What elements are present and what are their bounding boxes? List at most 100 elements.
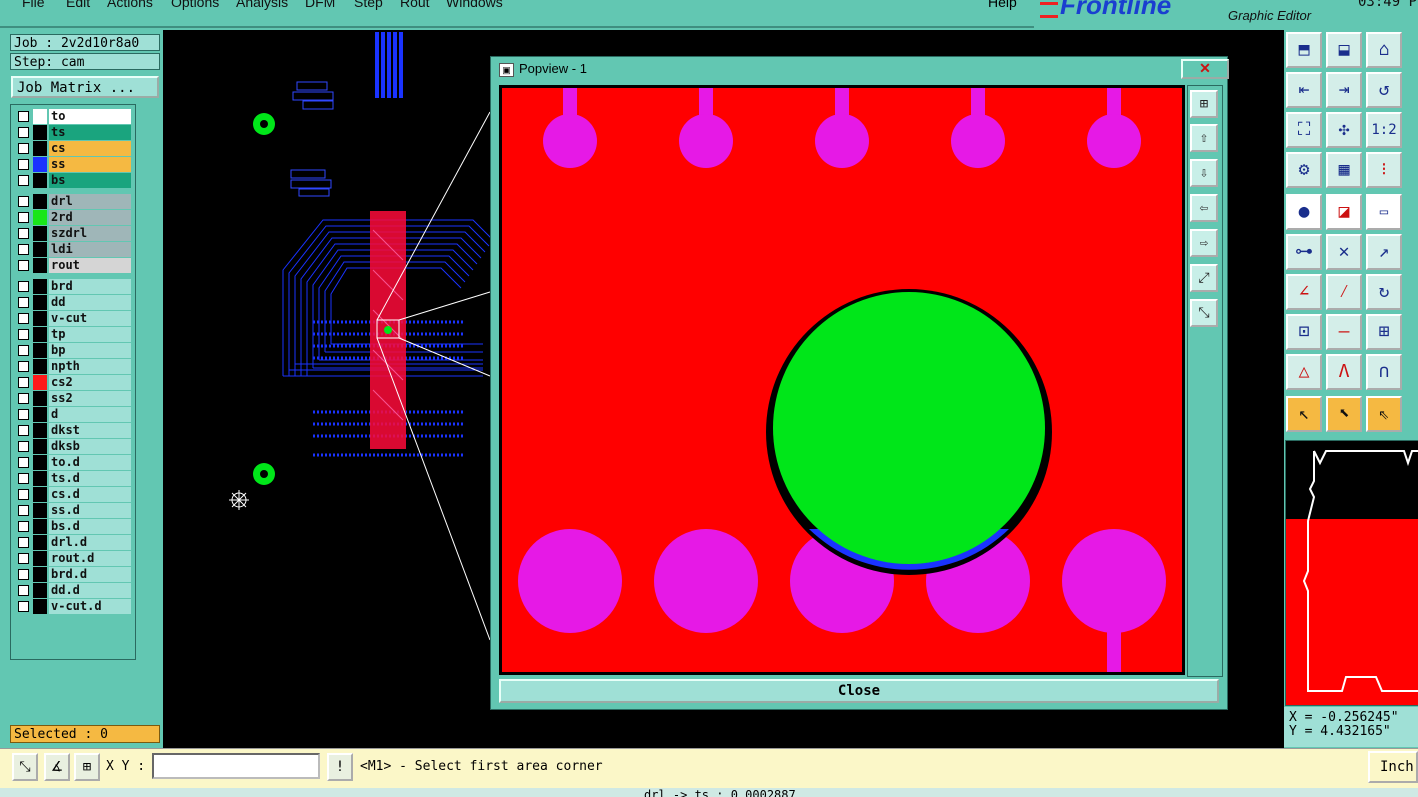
layer-checkbox[interactable] xyxy=(18,457,29,468)
layer-name[interactable]: to xyxy=(49,109,131,124)
job-matrix-button[interactable]: Job Matrix ... xyxy=(11,76,159,98)
center-icon[interactable]: ✣ xyxy=(1326,112,1362,148)
layer-row[interactable]: bs.d xyxy=(15,519,133,534)
layer-row[interactable]: 2rd xyxy=(15,210,133,225)
menu-options[interactable]: Options xyxy=(171,0,219,10)
layer-row[interactable]: brd xyxy=(15,279,133,294)
layer-checkbox[interactable] xyxy=(18,281,29,292)
layer-name[interactable]: bs.d xyxy=(49,519,131,534)
layer-row[interactable]: rout xyxy=(15,258,133,273)
layer-name[interactable]: v-cut.d xyxy=(49,599,131,614)
layer-name[interactable]: ts xyxy=(49,125,131,140)
menu-help[interactable]: Help xyxy=(988,0,1017,10)
layer-checkbox[interactable] xyxy=(18,585,29,596)
layer-checkbox[interactable] xyxy=(18,489,29,500)
layer-name[interactable]: rout.d xyxy=(49,551,131,566)
close-button[interactable]: Close xyxy=(499,679,1219,703)
layer-name[interactable]: cs.d xyxy=(49,487,131,502)
alert-icon[interactable]: ! xyxy=(327,753,353,781)
layer-row[interactable]: dd.d xyxy=(15,583,133,598)
layer-name[interactable]: cs2 xyxy=(49,375,131,390)
zoom-out-icon[interactable]: ⤡ xyxy=(1190,299,1218,327)
layer-color-swatch[interactable] xyxy=(33,551,47,566)
layer-name[interactable]: dksb xyxy=(49,439,131,454)
layer-color-swatch[interactable] xyxy=(33,311,47,326)
pan-left-icon[interactable]: ⇦ xyxy=(1190,194,1218,222)
layer-checkbox[interactable] xyxy=(18,569,29,580)
layer-row[interactable]: ss xyxy=(15,157,133,172)
layer-name[interactable]: npth xyxy=(49,359,131,374)
layer-color-swatch[interactable] xyxy=(33,567,47,582)
layer-name[interactable]: tp xyxy=(49,327,131,342)
measure-icon[interactable]: ⊞ xyxy=(1366,314,1402,350)
line-edit-icon[interactable]: — xyxy=(1326,314,1362,350)
menu-step[interactable]: Step xyxy=(354,0,383,10)
layer-row[interactable]: dkst xyxy=(15,423,133,438)
layer-checkbox[interactable] xyxy=(18,175,29,186)
pan-up-icon[interactable]: ⇧ xyxy=(1190,124,1218,152)
layer-color-swatch[interactable] xyxy=(33,423,47,438)
layer-name[interactable]: bs xyxy=(49,173,131,188)
layer-color-swatch[interactable] xyxy=(33,375,47,390)
layer-checkbox[interactable] xyxy=(18,212,29,223)
layer-name[interactable]: dd xyxy=(49,295,131,310)
layer-name[interactable]: drl xyxy=(49,194,131,209)
menu-windows[interactable]: Windows xyxy=(446,0,503,10)
layer-row[interactable]: to.d xyxy=(15,455,133,470)
layer-row[interactable]: drl.d xyxy=(15,535,133,550)
layer-checkbox[interactable] xyxy=(18,473,29,484)
menu-analysis[interactable]: Analysis xyxy=(236,0,288,10)
line-add-icon[interactable]: ◪ xyxy=(1326,194,1362,230)
layer-name[interactable]: ldi xyxy=(49,242,131,257)
menu-edit[interactable]: Edit xyxy=(66,0,90,10)
layer-checkbox[interactable] xyxy=(18,260,29,271)
layer-row[interactable]: ts.d xyxy=(15,471,133,486)
layer-checkbox[interactable] xyxy=(18,537,29,548)
layer-row[interactable]: to xyxy=(15,109,133,124)
layer-row[interactable]: drl xyxy=(15,194,133,209)
units-button[interactable]: Inch xyxy=(1368,751,1418,783)
layer-name[interactable]: to.d xyxy=(49,455,131,470)
delete-node-icon[interactable]: ✕ xyxy=(1326,234,1362,270)
layer-color-swatch[interactable] xyxy=(33,295,47,310)
layer-color-swatch[interactable] xyxy=(33,194,47,209)
bridge-icon[interactable]: ∩ xyxy=(1366,354,1402,390)
layer-checkbox[interactable] xyxy=(18,601,29,612)
layer-row[interactable]: ss.d xyxy=(15,503,133,518)
layer-color-swatch[interactable] xyxy=(33,407,47,422)
layer-name[interactable]: szdrl xyxy=(49,226,131,241)
layer-row[interactable]: cs xyxy=(15,141,133,156)
pan-left-icon[interactable]: ⇤ xyxy=(1286,72,1322,108)
arc-icon[interactable]: ↻ xyxy=(1366,274,1402,310)
menu-file[interactable]: File xyxy=(22,0,45,10)
layer-checkbox[interactable] xyxy=(18,393,29,404)
angle-line-icon[interactable]: ∠ xyxy=(1286,274,1322,310)
mini-view[interactable] xyxy=(1285,440,1418,706)
layer-color-swatch[interactable] xyxy=(33,327,47,342)
layer-name[interactable]: ss xyxy=(49,157,131,172)
layer-name[interactable]: dkst xyxy=(49,423,131,438)
layer-name[interactable]: ss.d xyxy=(49,503,131,518)
grid-icon[interactable]: ▦ xyxy=(1326,152,1362,188)
layer-name[interactable]: dd.d xyxy=(49,583,131,598)
layer-checkbox[interactable] xyxy=(18,228,29,239)
layer-name[interactable]: brd xyxy=(49,279,131,294)
select-area-icon[interactable]: ⇖ xyxy=(1366,396,1402,432)
layer-color-swatch[interactable] xyxy=(33,258,47,273)
layer-row[interactable]: bs xyxy=(15,173,133,188)
layer-row[interactable]: tp xyxy=(15,327,133,342)
pan-right-icon[interactable]: ⇨ xyxy=(1190,229,1218,257)
layer-name[interactable]: ss2 xyxy=(49,391,131,406)
layer-name[interactable]: 2rd xyxy=(49,210,131,225)
layer-color-swatch[interactable] xyxy=(33,487,47,502)
layer-color-swatch[interactable] xyxy=(33,343,47,358)
layer-row[interactable]: npth xyxy=(15,359,133,374)
layer-color-swatch[interactable] xyxy=(33,157,47,172)
move-node-icon[interactable]: ↗ xyxy=(1366,234,1402,270)
pan-down-icon[interactable]: ⇩ xyxy=(1190,159,1218,187)
popview-zoom-canvas[interactable] xyxy=(499,85,1185,675)
grid-snap-icon[interactable]: ⊞ xyxy=(74,753,100,781)
layer-row[interactable]: d xyxy=(15,407,133,422)
layer-color-swatch[interactable] xyxy=(33,471,47,486)
arrow-a-icon[interactable]: Λ xyxy=(1326,354,1362,390)
